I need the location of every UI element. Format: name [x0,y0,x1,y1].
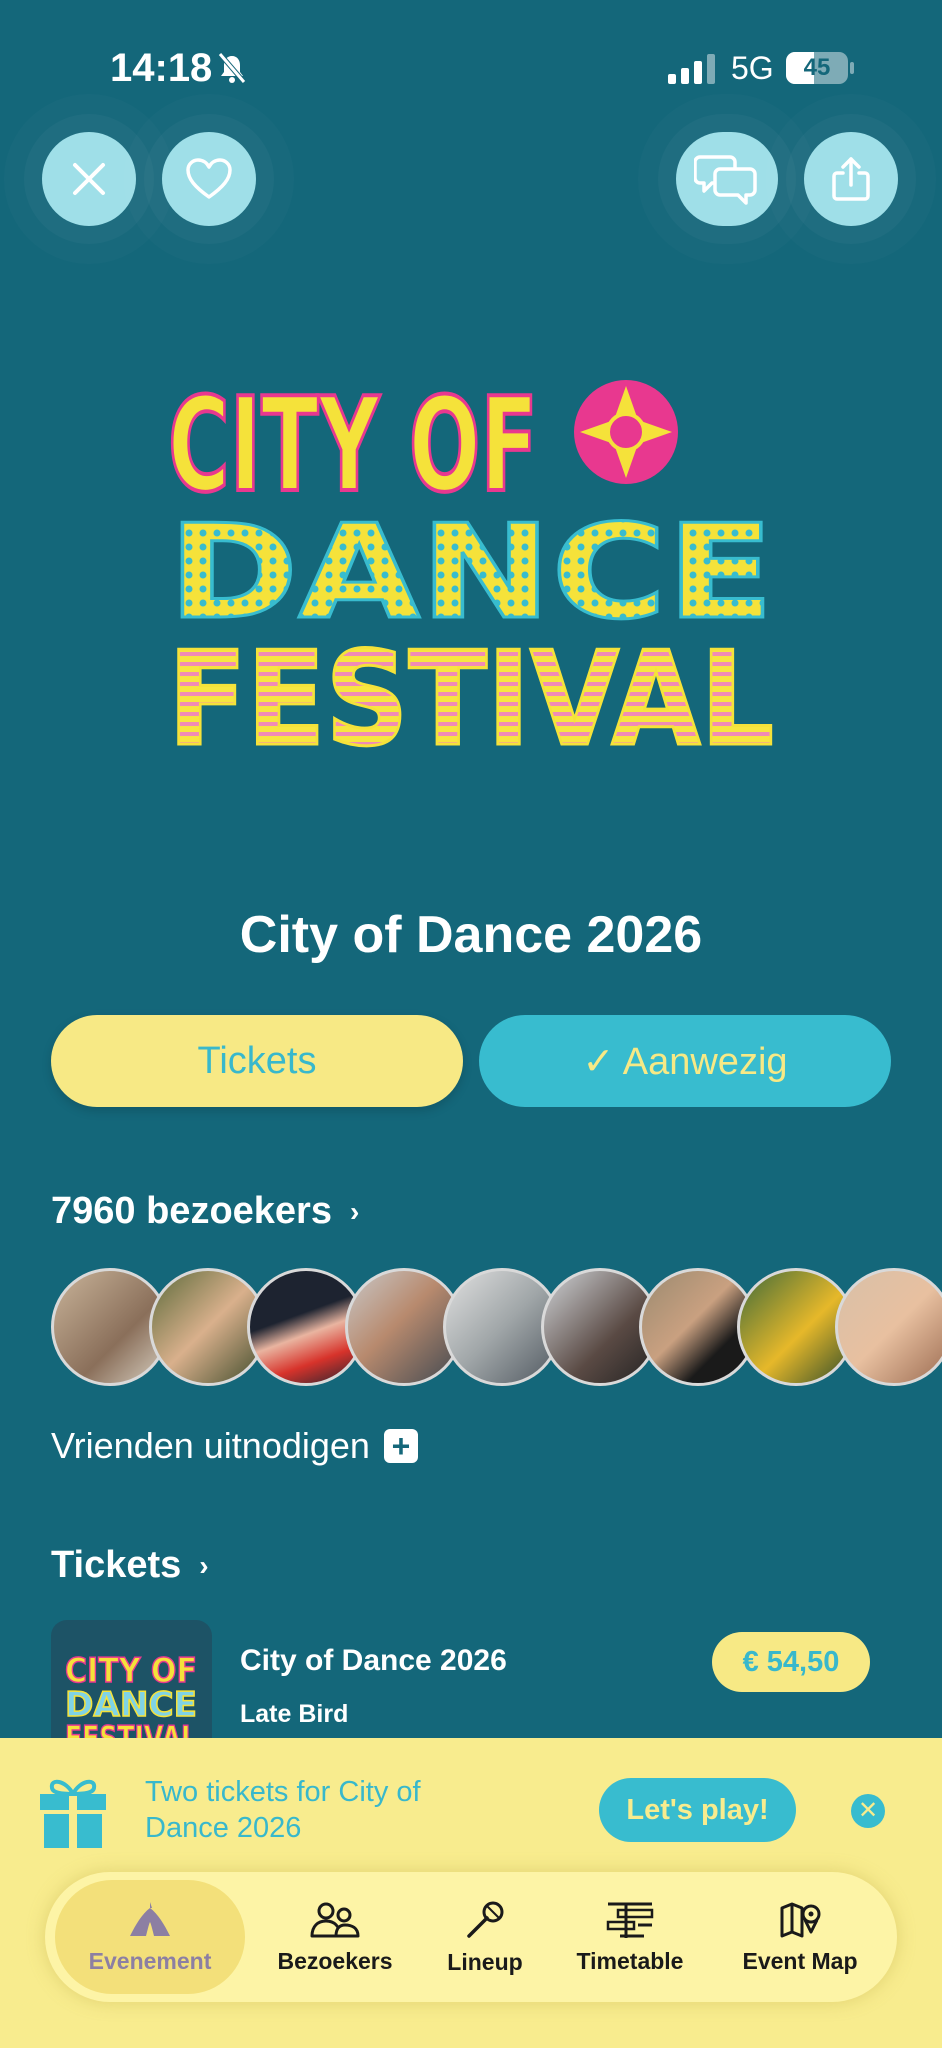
chat-bubbles-icon [694,155,757,205]
tab-bar: Evenement Bezoekers Lineup Timetable Eve… [45,1872,897,2002]
chevron-right-icon: › [349,1195,360,1227]
visitors-heading: 7960 bezoekers [51,1190,332,1232]
ticket-name: City of Dance 2026 [240,1644,507,1677]
gift-icon [40,1779,106,1848]
tickets-link[interactable]: Tickets › [51,1544,209,1587]
network-type: 5G [731,50,774,86]
tent-icon [130,1901,170,1936]
attending-button[interactable]: ✓ Aanwezig [479,1015,891,1107]
event-title: City of Dance 2026 [239,906,703,964]
avatar[interactable] [835,1268,942,1386]
ticket-thumbnail[interactable]: CITY OF DANCE FESTIVAL [51,1620,212,1738]
tab-label-lineup: Lineup [447,1948,523,1975]
tab-bezoekers[interactable]: Bezoekers [255,1872,415,2002]
tab-lineup[interactable]: Lineup [425,1872,545,2002]
ticket-type: Late Bird [240,1700,349,1728]
timetable-icon [606,1902,654,1938]
close-icon: ✕ [857,1797,879,1824]
bell-off-icon [218,52,246,84]
share-button[interactable] [804,132,898,226]
battery-icon: 45 [786,52,856,84]
close-icon [73,163,105,195]
share-icon [832,157,870,201]
status-time: 14:18 [110,46,213,90]
visitors-link[interactable]: 7960 bezoekers › [51,1190,359,1233]
promo-text: Two tickets for City of Dance 2026 [145,1776,421,1844]
tab-label-timetable: Timetable [576,1947,684,1974]
tickets-heading: Tickets [51,1544,182,1586]
close-button[interactable] [42,132,136,226]
tab-event-map[interactable]: Event Map [715,1872,885,2002]
tab-label-evenement: Evenement [88,1947,212,1974]
invite-friends-button[interactable]: Vrienden uitnodigen + [51,1425,418,1467]
plus-icon: + [383,1429,418,1463]
tab-evenement[interactable]: Evenement [55,1880,245,1994]
close-promo-button[interactable]: ✕ [851,1794,885,1828]
chat-button[interactable] [676,132,778,226]
tab-timetable[interactable]: Timetable [555,1872,705,2002]
svg-text:FESTIVAL: FESTIVAL [65,1719,197,1738]
tab-label-bezoekers: Bezoekers [277,1947,393,1974]
festival-logo: CITY OF DANCE FESTIVAL [168,372,774,752]
status-bar: 14:18 5G 45 [0,0,942,140]
invite-friends-label: Vrienden uitnodigen [51,1425,370,1466]
chevron-right-icon: › [199,1549,209,1581]
signal-icon [668,54,715,84]
map-icon [780,1902,821,1937]
heart-icon [186,158,232,199]
battery-level: 45 [803,54,831,81]
visitor-avatars[interactable] [51,1268,942,1386]
favorite-button[interactable] [162,132,256,226]
logo-line3: FESTIVAL [168,623,774,752]
lets-play-button[interactable]: Let's play! [599,1778,796,1842]
ticket-logo-image: CITY OF DANCE FESTIVAL [64,1650,198,1738]
tab-label-event-map: Event Map [742,1947,858,1974]
microphone-icon [467,1901,504,1938]
ticket-price-button[interactable]: € 54,50 [712,1632,870,1692]
tickets-button[interactable]: Tickets [51,1015,463,1107]
logo-emblem [574,380,678,484]
people-icon [310,1902,360,1937]
